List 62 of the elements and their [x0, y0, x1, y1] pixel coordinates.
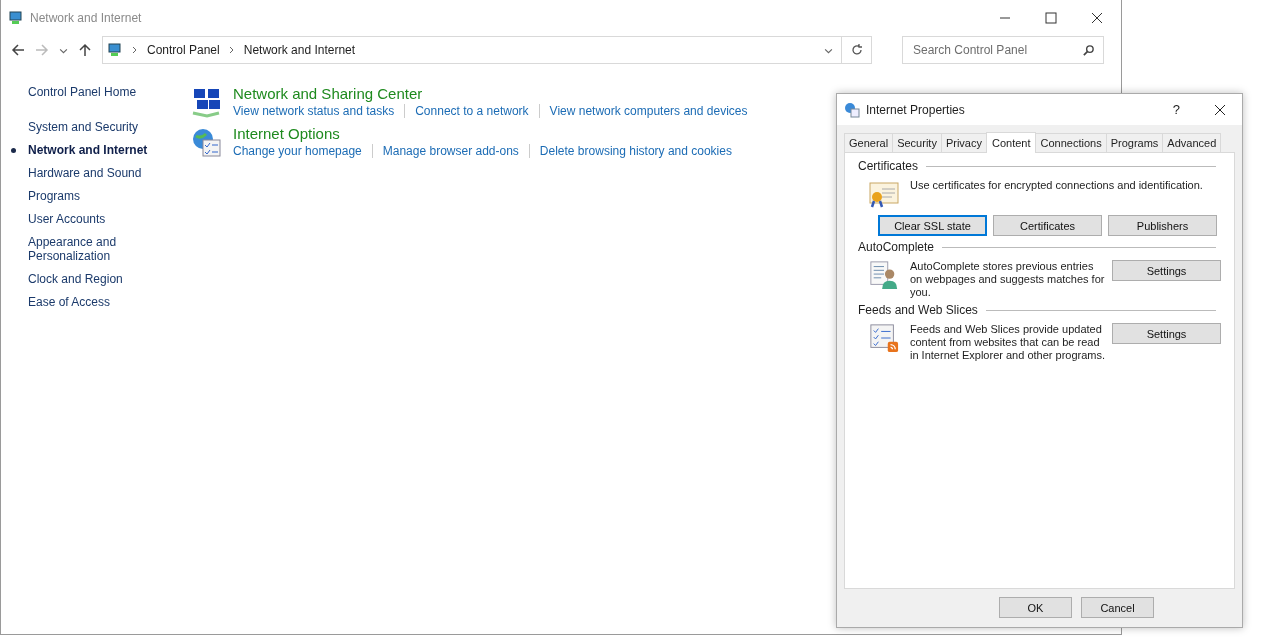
dialog-tab[interactable]: Advanced — [1162, 133, 1222, 152]
group-heading: Feeds and Web Slices — [858, 303, 978, 317]
group-heading: AutoComplete — [858, 240, 935, 254]
maximize-icon[interactable] — [1045, 11, 1057, 24]
group-heading: Certificates — [858, 159, 919, 173]
dialog-button[interactable]: Publishers — [1108, 215, 1217, 236]
dialog-tab[interactable]: Privacy — [940, 133, 987, 152]
network-computer-icon — [8, 9, 24, 26]
task-link[interactable]: Change your homepage — [233, 144, 362, 158]
network-computer-icon — [107, 42, 123, 58]
dialog-button[interactable]: Certificates — [993, 215, 1102, 236]
sidebar-item[interactable]: Ease of Access — [28, 295, 148, 309]
task-link[interactable]: View network status and tasks — [233, 104, 395, 118]
close-icon[interactable] — [1214, 103, 1226, 116]
sidebar-item[interactable]: System and Security — [28, 120, 148, 134]
up-arrow-icon[interactable] — [78, 43, 92, 57]
sidebar-item[interactable]: Clock and Region — [28, 272, 148, 286]
network-computers-icon — [191, 87, 223, 119]
refresh-icon — [849, 43, 864, 57]
dialog-button[interactable]: Cancel — [1081, 597, 1154, 618]
dialog-tab[interactable]: Programs — [1105, 133, 1164, 152]
task-link[interactable]: View network computers and devices — [549, 104, 748, 118]
sidebar-item[interactable]: Programs — [28, 189, 148, 203]
task-link[interactable]: Manage browser add-ons — [382, 144, 519, 158]
help-button[interactable]: ? — [1172, 102, 1180, 117]
chevron-right-icon — [228, 46, 235, 54]
sidebar-link[interactable]: Control Panel Home — [28, 85, 137, 99]
dialog-button[interactable]: OK — [999, 597, 1072, 618]
chevron-right-icon — [132, 46, 138, 54]
address-bar[interactable]: Control Panel Network and Internet — [102, 36, 842, 64]
category-title-link[interactable]: Network and Sharing Center — [233, 85, 423, 102]
sidebar-item[interactable]: Hardware and Sound — [28, 166, 148, 180]
dialog-button[interactable]: Settings — [1112, 323, 1221, 344]
sidebar-item[interactable]: User Accounts — [28, 212, 148, 226]
group-description: AutoComplete stores previous entries on webpages and suggests matches for you. — [910, 260, 1106, 299]
refresh-button[interactable] — [842, 36, 872, 64]
dialog-title: Internet Properties — [866, 102, 965, 117]
window-title: Network and Internet — [30, 10, 142, 25]
category-title-link[interactable]: Internet Options — [233, 125, 340, 142]
globe-document-icon — [844, 101, 860, 118]
back-arrow-icon[interactable] — [11, 43, 25, 57]
checklist-feed-icon — [868, 323, 900, 353]
dialog-tab[interactable]: Content — [985, 132, 1037, 153]
breadcrumb-item[interactable]: Network and Internet — [243, 43, 356, 57]
search-box[interactable]: Search Control Panel — [902, 36, 1104, 64]
close-icon[interactable] — [1091, 11, 1103, 24]
group-description: Feeds and Web Slices provide updated content from websites that can be read in Internet Explorer and other programs. — [910, 323, 1106, 362]
task-link[interactable]: Connect to a network — [415, 104, 529, 118]
sidebar-item[interactable]: Network and Internet — [28, 143, 148, 157]
dialog-button[interactable]: Settings — [1112, 260, 1221, 281]
search-icon — [1082, 43, 1095, 57]
document-person-icon — [868, 260, 900, 290]
certificate-icon — [868, 179, 900, 209]
task-link[interactable]: Delete browsing history and cookies — [539, 144, 732, 158]
group-description: Use certificates for encrypted connections and identification. — [910, 179, 1203, 193]
dialog-button[interactable]: Clear SSL state — [878, 215, 987, 236]
sidebar-item[interactable]: Appearance and Personalization — [28, 235, 148, 263]
globe-checklist-icon — [191, 127, 223, 159]
dialog-tab[interactable]: Security — [892, 133, 942, 152]
dialog-tab[interactable]: General — [844, 133, 894, 152]
selected-bullet-icon — [11, 148, 16, 153]
breadcrumb-item[interactable]: Control Panel — [147, 43, 220, 57]
